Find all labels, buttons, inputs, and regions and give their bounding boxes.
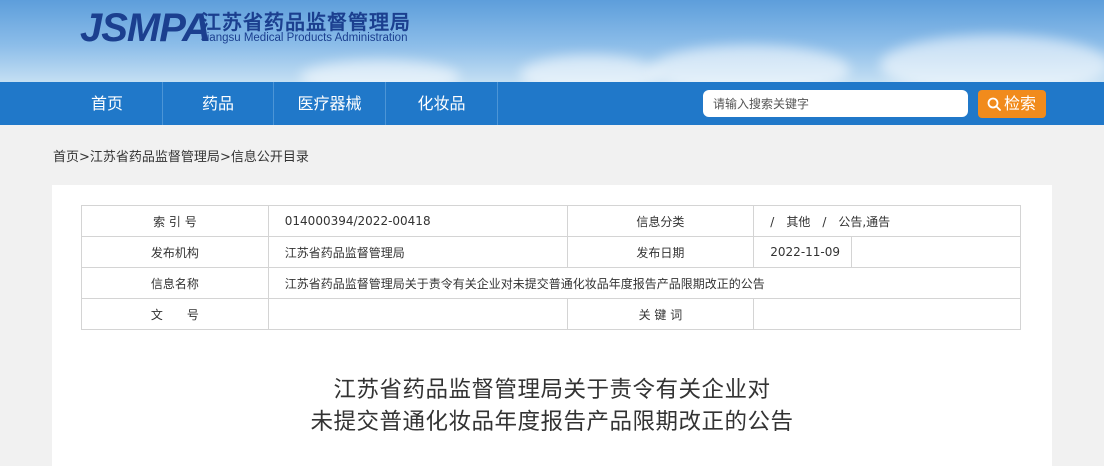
search-button[interactable]: 检索 (978, 90, 1046, 118)
search-icon (987, 97, 1001, 111)
index-label: 索 引 号 (81, 205, 269, 237)
empty-cell (851, 236, 1021, 268)
nav-item-medical-devices[interactable]: 医疗器械 (274, 82, 386, 125)
cloud-decoration (300, 60, 460, 82)
breadcrumb-separator: > (219, 150, 231, 165)
article-title-line1: 江苏省药品监督管理局关于责令有关企业对 (333, 377, 771, 403)
nav-item-home[interactable]: 首页 (52, 82, 163, 125)
search-input[interactable] (703, 90, 968, 117)
breadcrumb: 首页>江苏省药品监督管理局>信息公开目录 (53, 146, 309, 165)
publisher-label: 发布机构 (81, 236, 269, 268)
breadcrumb-item-catalog[interactable]: 信息公开目录 (231, 150, 309, 165)
table-row: 文 号 关 键 词 (81, 298, 1021, 330)
main-nav: 首页 药品 医疗器械 化妆品 检索 (0, 82, 1104, 125)
search-button-label: 检索 (1004, 94, 1037, 113)
name-value: 江苏省药品监督管理局关于责令有关企业对未提交普通化妆品年度报告产品限期改正的公告 (267, 267, 1022, 299)
breadcrumb-separator: > (79, 150, 90, 165)
article-title-line2: 未提交普通化妆品年度报告产品限期改正的公告 (310, 409, 794, 435)
category-label: 信息分类 (566, 205, 755, 237)
breadcrumb-item-bureau[interactable]: 江苏省药品监督管理局 (90, 150, 220, 165)
category-value: / 其他 / 公告,通告 (753, 205, 1021, 237)
publisher-value: 江苏省药品监督管理局 (267, 236, 568, 268)
name-label: 信息名称 (81, 267, 269, 299)
table-row: 信息名称 江苏省药品监督管理局关于责令有关企业对未提交普通化妆品年度报告产品限期… (81, 267, 1022, 299)
nav-item-cosmetics[interactable]: 化妆品 (386, 82, 498, 125)
breadcrumb-item-home[interactable]: 首页 (53, 150, 79, 165)
nav-item-drugs[interactable]: 药品 (163, 82, 274, 125)
cloud-decoration (650, 45, 850, 82)
table-row: 发布机构 江苏省药品监督管理局 发布日期 2022-11-09 (81, 236, 1021, 268)
doc-number-label: 文 号 (81, 298, 269, 330)
index-value: 014000394/2022-00418 (267, 205, 568, 237)
header-banner: JSMPA 江苏省药品监督管理局 Jiangsu Medical Product… (0, 0, 1104, 82)
cloud-decoration (880, 35, 1104, 82)
table-row: 索 引 号 014000394/2022-00418 信息分类 / 其他 / 公… (81, 205, 1021, 237)
site-logo-subtitle: Jiangsu Medical Products Administration (201, 32, 408, 44)
cloud-decoration (520, 55, 660, 82)
keyword-value (753, 298, 1021, 330)
site-logo-title[interactable]: 江苏省药品监督管理局 (201, 6, 411, 35)
keyword-label: 关 键 词 (566, 298, 755, 330)
date-value: 2022-11-09 (753, 236, 853, 268)
doc-number-value (267, 298, 568, 330)
date-label: 发布日期 (566, 236, 755, 268)
site-logo-abbr[interactable]: JSMPA (80, 6, 211, 51)
document-meta-table: 索 引 号 014000394/2022-00418 信息分类 / 其他 / 公… (81, 205, 1022, 330)
article-title: 江苏省药品监督管理局关于责令有关企业对 未提交普通化妆品年度报告产品限期改正的公… (0, 374, 1104, 438)
